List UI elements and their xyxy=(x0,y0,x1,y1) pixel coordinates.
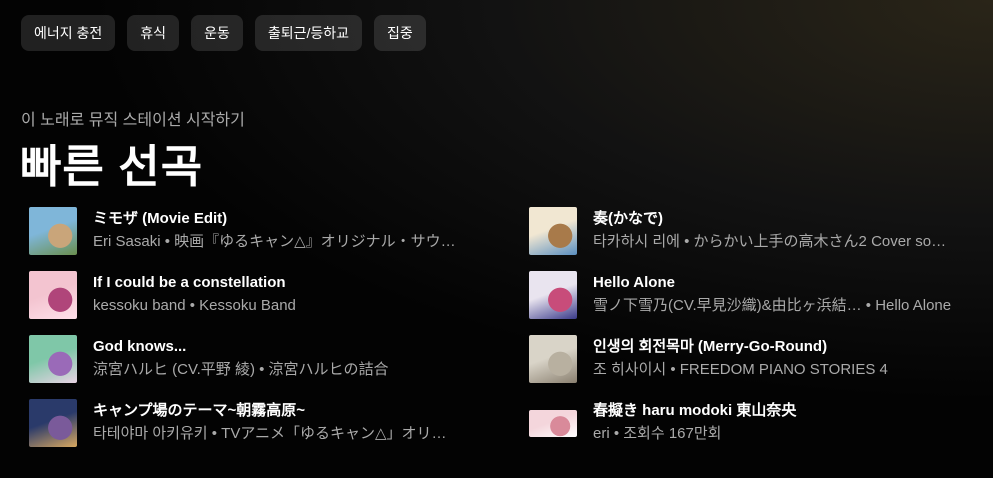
song-title[interactable]: 奏(かなで) xyxy=(593,209,974,229)
album-art-thumbnail[interactable] xyxy=(29,335,77,383)
song-subtitle: 타카하시 리에 • からかい上手の高木さん2 Cover so… xyxy=(593,233,947,250)
song-title[interactable]: God knows... xyxy=(93,337,474,357)
song-subtitle: 雪ノ下雪乃(CV.早見沙織)&由比ヶ浜結… • Hello Alone xyxy=(593,297,952,314)
album-art-thumbnail[interactable] xyxy=(529,271,577,319)
chip-workout[interactable]: 운동 xyxy=(191,15,243,51)
song-row[interactable]: 奏(かなで) 타카하시 리에 • からかい上手の高木さん2 Cover so… xyxy=(529,199,974,263)
video-thumbnail[interactable] xyxy=(529,409,577,437)
song-row[interactable]: 春擬き haru modoki 東山奈央 eri • 조회수 167만회 xyxy=(529,391,974,455)
song-subtitle: 涼宮ハルヒ (CV.平野 綾) • 涼宮ハルヒの詰合 xyxy=(93,361,389,378)
song-row[interactable]: If I could be a constellation kessoku ba… xyxy=(29,263,474,327)
song-subtitle: kessoku band • Kessoku Band xyxy=(93,297,296,314)
song-title[interactable]: 인생의 회전목마 (Merry-Go-Round) xyxy=(593,337,974,357)
chip-focus[interactable]: 집중 xyxy=(374,15,426,51)
album-art-thumbnail[interactable] xyxy=(29,207,77,255)
song-subtitle: Eri Sasaki • 映画『ゆるキャン△』オリジナル・サウ… xyxy=(93,233,456,250)
chip-relax[interactable]: 휴식 xyxy=(127,15,180,51)
song-list-right: 奏(かなで) 타카하시 리에 • からかい上手の高木さん2 Cover so… … xyxy=(529,199,974,455)
song-row[interactable]: キャンプ場のテーマ~朝霧高原~ 타테야마 아키유키 • TVアニメ「ゆるキャン△… xyxy=(29,391,474,455)
song-title[interactable]: ミモザ (Movie Edit) xyxy=(93,209,474,229)
song-title[interactable]: Hello Alone xyxy=(593,273,974,293)
song-row[interactable]: Hello Alone 雪ノ下雪乃(CV.早見沙織)&由比ヶ浜結… • Hell… xyxy=(529,263,974,327)
song-row[interactable]: ミモザ (Movie Edit) Eri Sasaki • 映画『ゆるキャン△』… xyxy=(29,199,474,263)
song-list-left: ミモザ (Movie Edit) Eri Sasaki • 映画『ゆるキャン△』… xyxy=(29,199,474,455)
song-title[interactable]: 春擬き haru modoki 東山奈央 xyxy=(593,401,974,421)
song-subtitle: 조 히사이시 • FREEDOM PIANO STORIES 4 xyxy=(593,361,888,378)
song-title[interactable]: キャンプ場のテーマ~朝霧高原~ xyxy=(93,401,474,421)
song-title[interactable]: If I could be a constellation xyxy=(93,273,474,293)
album-art-thumbnail[interactable] xyxy=(529,207,577,255)
section-subtitle: 이 노래로 뮤직 스테이션 시작하기 xyxy=(21,112,245,129)
album-art-thumbnail[interactable] xyxy=(529,335,577,383)
song-row[interactable]: 인생의 회전목마 (Merry-Go-Round) 조 히사이시 • FREED… xyxy=(529,327,974,391)
song-subtitle: 타테야마 아키유키 • TVアニメ「ゆるキャン△」オリ… xyxy=(93,425,447,442)
album-art-thumbnail[interactable] xyxy=(29,399,77,447)
chip-commute[interactable]: 출퇴근/등하교 xyxy=(254,15,362,51)
album-art-thumbnail[interactable] xyxy=(29,271,77,319)
chip-energy[interactable]: 에너지 충전 xyxy=(21,15,116,51)
song-subtitle: eri • 조회수 167만회 xyxy=(593,425,722,442)
mood-chips: 에너지 충전 휴식 운동 출퇴근/등하교 집중 xyxy=(21,15,426,51)
song-row[interactable]: God knows... 涼宮ハルヒ (CV.平野 綾) • 涼宮ハルヒの詰合 xyxy=(29,327,474,391)
section-title: 빠른 선곡 xyxy=(20,141,204,192)
